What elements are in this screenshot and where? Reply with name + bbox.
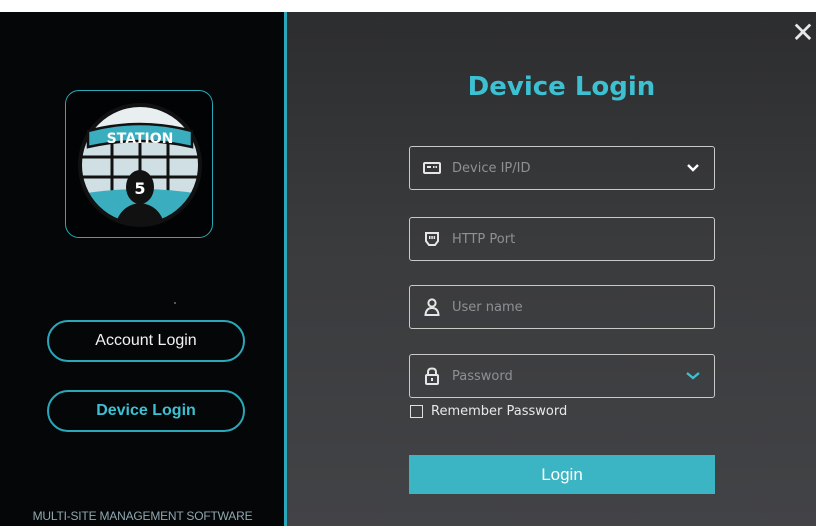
close-icon[interactable]: ✕: [788, 18, 816, 48]
page-title: Device Login: [467, 72, 656, 102]
password-placeholder: Password: [452, 368, 513, 384]
user-icon: [422, 297, 442, 317]
account-login-button[interactable]: Account Login: [47, 320, 245, 362]
http-port-field[interactable]: HTTP Port: [409, 217, 715, 261]
station-logo-graphic: STATION 5: [78, 103, 202, 227]
remember-password-option[interactable]: Remember Password: [410, 404, 567, 419]
chevron-down-icon[interactable]: [686, 369, 700, 383]
username-placeholder: User name: [452, 299, 523, 315]
logo-text: STATION: [107, 131, 174, 147]
sidebar: STATION 5 Account Login Device Login MUL…: [0, 12, 285, 526]
logo-badge: 5: [134, 179, 145, 198]
lock-icon: [422, 366, 442, 386]
decorative-dot: [174, 302, 176, 304]
device-ip-field[interactable]: Device IP/ID: [409, 146, 715, 190]
footer-tagline: MULTI-SITE MANAGEMENT SOFTWARE: [32, 509, 253, 523]
password-field[interactable]: Password: [409, 354, 715, 398]
login-window: STATION 5 Account Login Device Login MUL…: [0, 12, 816, 526]
login-button[interactable]: Login: [409, 455, 715, 494]
http-port-placeholder: HTTP Port: [452, 231, 516, 247]
app-logo: STATION 5: [65, 90, 213, 238]
username-field[interactable]: User name: [409, 285, 715, 329]
login-panel: ✕ Device Login Device IP/ID HTTP Port Us…: [287, 12, 816, 526]
port-icon: [422, 229, 442, 249]
chevron-down-icon[interactable]: [686, 161, 700, 175]
device-login-button[interactable]: Device Login: [47, 390, 245, 432]
device-icon: [422, 158, 442, 178]
remember-label: Remember Password: [431, 404, 568, 419]
device-ip-placeholder: Device IP/ID: [452, 160, 531, 176]
remember-checkbox[interactable]: [410, 405, 423, 418]
